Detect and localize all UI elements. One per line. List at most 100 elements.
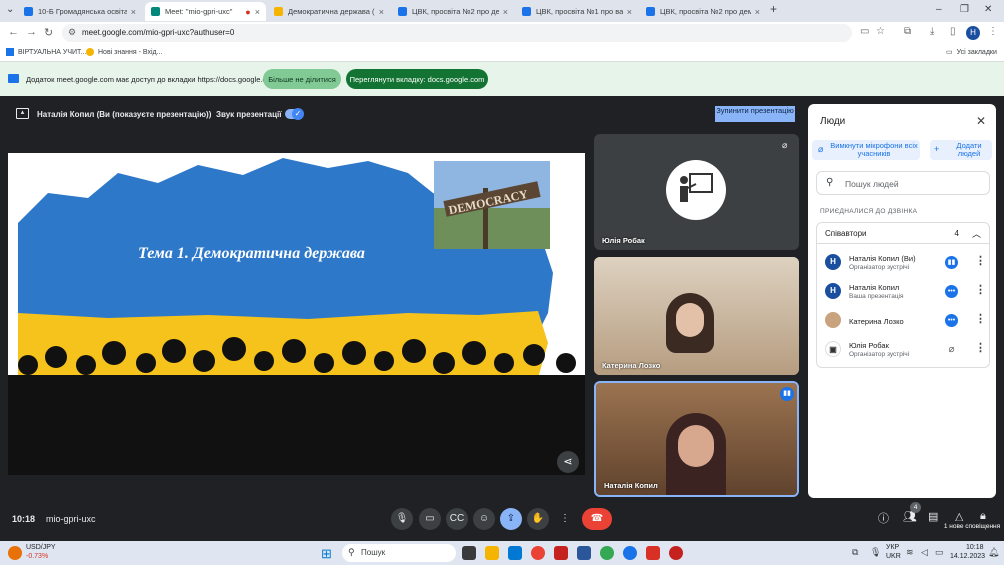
microphone-button[interactable]: 🎙︎ xyxy=(391,508,413,530)
screen-share-icon xyxy=(8,74,19,83)
close-tab-icon[interactable]: × xyxy=(379,7,384,17)
more-options-icon[interactable]: ⋮ xyxy=(975,312,986,325)
participant-row[interactable]: Н Наталія Копил Ваша презентація ••• ⋮ xyxy=(817,277,991,306)
close-tab-icon[interactable]: × xyxy=(255,7,260,17)
back-arrow-icon[interactable]: ← xyxy=(8,26,19,38)
speaking-indicator-icon: ▮▮ xyxy=(780,387,794,401)
teacher-board-icon xyxy=(680,173,713,202)
volume-icon[interactable]: ◁ xyxy=(921,547,928,558)
profile-avatar[interactable]: H xyxy=(966,26,980,40)
participant-row[interactable]: Н Наталія Копил (Ви) Організатор зустріч… xyxy=(817,248,991,277)
share-icon[interactable]: ⋖ xyxy=(557,451,579,473)
close-panel-icon[interactable]: ✕ xyxy=(976,114,986,128)
windows-start-icon[interactable]: ⊞ xyxy=(321,546,332,562)
mic-off-icon: ⌀ xyxy=(782,140,788,150)
app-icon[interactable] xyxy=(646,546,660,560)
browser-tab-4[interactable]: ЦВК, просвіта №2 про демок × xyxy=(392,2,514,21)
classroom-favicon-icon xyxy=(24,7,33,16)
emoji-button[interactable]: ☺ xyxy=(473,508,495,530)
participant-tile-kateryna[interactable]: Катерина Лозко xyxy=(594,257,799,375)
stop-sharing-button[interactable]: Більше не ділитися xyxy=(263,69,341,89)
meet-favicon-icon xyxy=(151,7,160,16)
chat-icon[interactable]: ▤ xyxy=(928,510,938,523)
more-options-button[interactable]: ⋮ xyxy=(554,508,576,530)
site-info-icon[interactable]: ⚙ xyxy=(68,27,76,38)
more-options-icon[interactable]: ⋮ xyxy=(975,341,986,354)
app-icon[interactable] xyxy=(669,546,683,560)
participant-row[interactable]: ▣ Юлія Робак Організатор зустрічі ⌀ ⋮ xyxy=(817,335,991,364)
captions-button[interactable]: CC xyxy=(446,508,468,530)
cast-icon[interactable]: ▭ xyxy=(860,26,869,37)
leave-call-button[interactable]: ☎ xyxy=(582,508,612,530)
browser-tab-1[interactable]: 10-Б Громадянська освіта Ко × xyxy=(18,2,142,21)
more-dots-icon[interactable]: ••• xyxy=(945,314,958,327)
notifications-icon[interactable]: 🔔︎ xyxy=(988,547,999,558)
battery-icon[interactable]: ▭ xyxy=(935,547,944,558)
presentation-slide: DEMOCRACY Тема 1. Демократична держава ⋖ xyxy=(8,153,585,475)
bookmark-new-knowledge[interactable]: Нові знання - Вхід... xyxy=(86,48,162,56)
browser-tab-5[interactable]: ЦВК, просвіта №1 про важли × xyxy=(516,2,638,21)
tray-icon[interactable]: ⧉ xyxy=(852,547,858,558)
side-panel-icon[interactable]: ▯ xyxy=(950,26,956,37)
address-bar[interactable]: ⚙ meet.google.com/mio-gpri-uxc?authuser=… xyxy=(62,24,852,42)
microphone-tray-icon[interactable]: 🎙︎ xyxy=(870,547,881,558)
participant-tile-yuliia[interactable]: ⌀ Юлія Робак xyxy=(594,134,799,250)
chrome-active-icon[interactable] xyxy=(623,546,637,560)
office-icon[interactable] xyxy=(554,546,568,560)
window-close-icon[interactable]: ✕ xyxy=(984,4,992,15)
camera-button[interactable]: ▭ xyxy=(419,508,441,530)
close-tab-icon[interactable]: × xyxy=(627,7,632,17)
bookmark-star-icon[interactable]: ☆ xyxy=(876,26,885,37)
reload-icon[interactable]: ↻ xyxy=(44,26,53,39)
more-options-icon[interactable]: ⋮ xyxy=(975,283,986,296)
avatar: Н xyxy=(825,283,841,299)
presentation-sound-toggle[interactable]: ✓ xyxy=(285,108,304,120)
participant-tile-nataliia[interactable]: ▮▮ Наталія Копил xyxy=(594,381,799,497)
present-button[interactable]: ⇪ xyxy=(500,508,522,530)
new-notification-label: 1 нове сповіщення xyxy=(940,521,1004,532)
raise-hand-button[interactable]: ✋ xyxy=(527,508,549,530)
bookmark-virtual-teacher[interactable]: ВІРТУАЛЬНА УЧИТ... xyxy=(6,48,86,56)
word-icon[interactable] xyxy=(577,546,591,560)
all-bookmarks[interactable]: ▭ Усі закладки xyxy=(946,48,997,57)
minimize-icon[interactable]: – xyxy=(936,4,942,15)
participant-row[interactable]: Катерина Лозко ••• ⋮ xyxy=(817,306,991,335)
view-shared-tab-button[interactable]: Переглянути вкладку: docs.google.com xyxy=(346,69,488,89)
file-explorer-icon[interactable] xyxy=(485,546,499,560)
task-view-icon[interactable] xyxy=(462,546,476,560)
browser-tab-meet[interactable]: Meet: "mio-gpri-uxc" ● × xyxy=(145,2,266,21)
more-dots-icon[interactable]: ••• xyxy=(945,285,958,298)
people-count-badge: 4 xyxy=(910,502,921,513)
new-tab-plus-icon[interactable]: + xyxy=(770,2,777,16)
add-people-button[interactable]: + Додати людей xyxy=(930,140,992,160)
meeting-info-icon[interactable]: ⓘ xyxy=(878,510,889,526)
extensions-icon[interactable]: ⧉ xyxy=(904,26,911,37)
collaborators-group[interactable]: Співавтори 4 ︿ xyxy=(816,222,990,244)
browser-tab-6[interactable]: ЦВК, просвіта №2 про демок × xyxy=(640,2,766,21)
mail-icon[interactable] xyxy=(508,546,522,560)
chrome-menu-icon[interactable]: ⋮ xyxy=(988,26,998,37)
close-tab-icon[interactable]: × xyxy=(755,7,760,17)
browser-tab-3[interactable]: Демократична держава (к × xyxy=(268,2,390,21)
stock-widget-icon[interactable] xyxy=(8,546,22,560)
avatar: ▣ xyxy=(825,341,841,357)
mute-all-button[interactable]: ⌀ Вимкнути мікрофони всіх учасників xyxy=(812,140,920,160)
mic-off-icon: ⌀ xyxy=(948,344,955,355)
chevron-up-icon[interactable]: ︿ xyxy=(972,227,981,240)
close-tab-icon[interactable]: × xyxy=(131,7,136,17)
taskbar-search[interactable]: ⚲ Пошук xyxy=(342,544,456,562)
wifi-icon[interactable]: ≋ xyxy=(906,547,914,558)
forward-arrow-icon[interactable]: → xyxy=(26,26,37,38)
browser-toolbar: ← → ↻ ⚙ meet.google.com/mio-gpri-uxc?aut… xyxy=(0,22,1004,44)
tab-search-icon[interactable]: ⌄ xyxy=(6,4,14,15)
maximize-icon[interactable]: ❐ xyxy=(960,4,969,15)
docs-favicon-icon xyxy=(522,7,531,16)
more-options-icon[interactable]: ⋮ xyxy=(975,254,986,267)
participant-list: Н Наталія Копил (Ви) Організатор зустріч… xyxy=(816,244,990,368)
chrome-icon[interactable] xyxy=(531,546,545,560)
stop-presenting-button[interactable]: Зупинити презентацію xyxy=(715,106,795,122)
close-tab-icon[interactable]: × xyxy=(503,7,508,17)
app-icon[interactable] xyxy=(600,546,614,560)
people-search-input[interactable]: ⚲ Пошук людей xyxy=(816,171,990,195)
downloads-icon[interactable]: ⤓ xyxy=(930,26,934,37)
